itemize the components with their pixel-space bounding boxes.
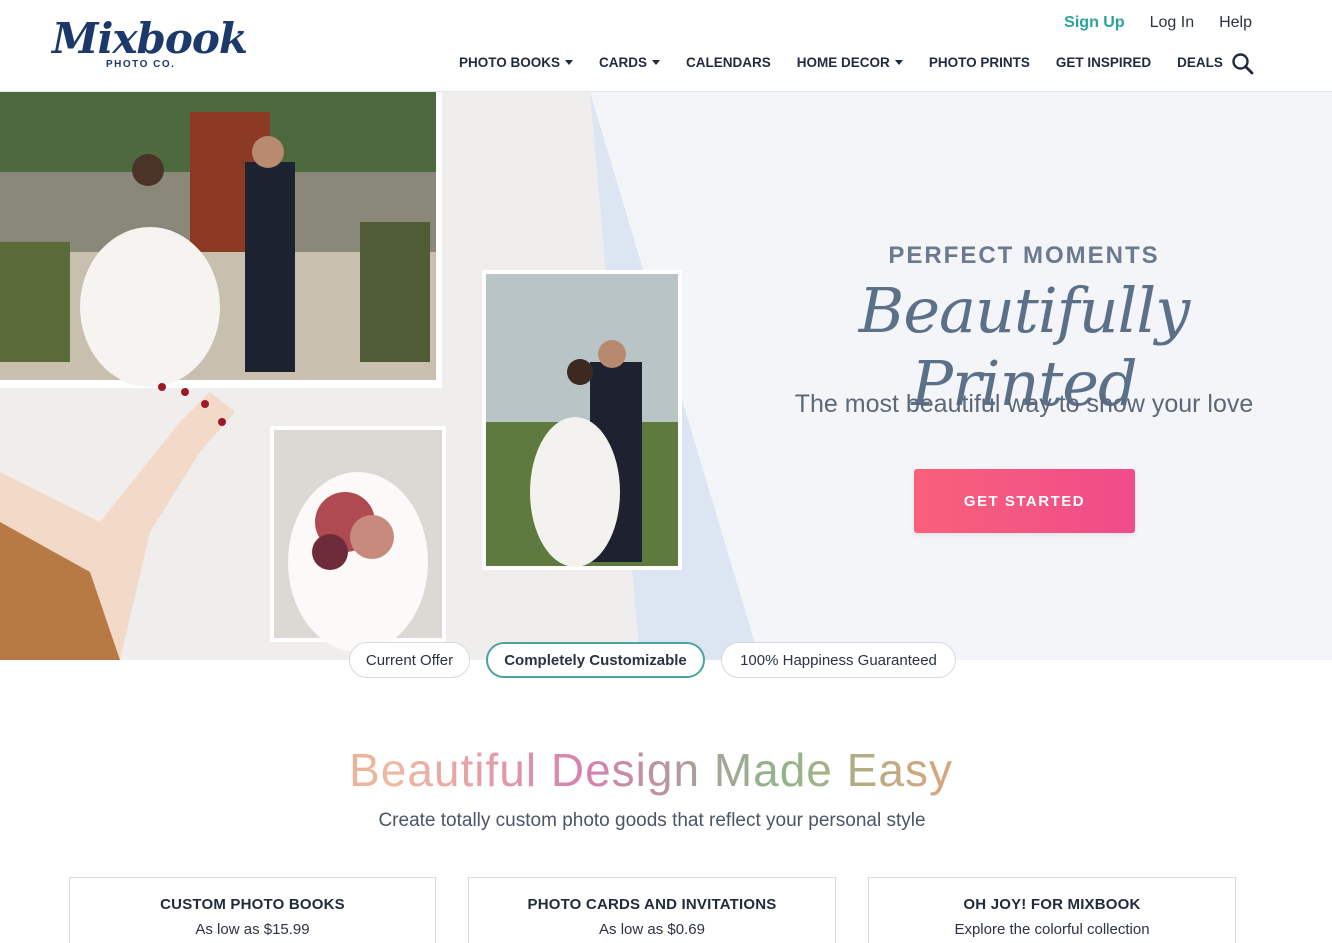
get-started-button[interactable]: GET STARTED: [914, 469, 1135, 533]
section-subtitle: Create totally custom photo goods that r…: [378, 810, 926, 831]
card-oh-joy[interactable]: OH JOY! FOR MIXBOOK Explore the colorful…: [868, 877, 1236, 943]
nav-item-calendars[interactable]: CALENDARS: [686, 55, 771, 70]
login-link[interactable]: Log In: [1150, 14, 1194, 32]
main-nav: PHOTO BOOKS CARDS CALENDARS HOME DECOR P…: [459, 55, 1249, 70]
nav-item-photo-books[interactable]: PHOTO BOOKS: [459, 55, 574, 70]
nav-item-label: GET INSPIRED: [1055, 55, 1152, 70]
hero-subtitle: The most beautiful way to show your love: [794, 390, 1254, 418]
product-cards: CUSTOM PHOTO BOOKS As low as $15.99 PHOT…: [69, 877, 1236, 943]
card-title: OH JOY! FOR MIXBOOK: [963, 896, 1141, 913]
card-subtitle: As low as $15.99: [195, 921, 310, 938]
search-button[interactable]: [1230, 51, 1256, 77]
search-icon: [1232, 53, 1254, 75]
help-link[interactable]: Help: [1219, 14, 1252, 32]
nav-item-label: CALENDARS: [686, 55, 771, 70]
site-header: Mixbook PHOTO CO. Sign Up Log In Help PH…: [0, 0, 1332, 92]
card-photo-cards-invitations[interactable]: PHOTO CARDS AND INVITATIONS As low as $0…: [468, 877, 836, 943]
nav-item-deals[interactable]: DEALS: [1177, 55, 1223, 70]
pill-current-offer[interactable]: Current Offer: [349, 642, 470, 678]
caret-down-icon: [565, 60, 574, 65]
nav-item-label: PHOTO BOOKS: [459, 55, 561, 70]
card-title: PHOTO CARDS AND INVITATIONS: [527, 896, 777, 913]
pill-completely-customizable[interactable]: Completely Customizable: [486, 642, 705, 678]
hero-banner: PERFECT MOMENTS Beautifully Printed The …: [0, 92, 1332, 660]
utility-links: Sign Up Log In Help: [1064, 14, 1252, 32]
nav-item-label: CARDS: [599, 55, 648, 70]
logo-tagline: PHOTO CO.: [106, 59, 176, 70]
card-subtitle: As low as $0.69: [599, 921, 705, 938]
nav-item-photo-prints[interactable]: PHOTO PRINTS: [929, 55, 1030, 70]
nav-item-label: HOME DECOR: [796, 55, 890, 70]
pill-happiness-guaranteed[interactable]: 100% Happiness Guaranteed: [721, 642, 956, 678]
caret-down-icon: [652, 60, 661, 65]
feature-pills: Current Offer Completely Customizable 10…: [0, 642, 1332, 678]
signup-link[interactable]: Sign Up: [1064, 14, 1124, 32]
hero-eyebrow: PERFECT MOMENTS: [888, 242, 1160, 269]
nav-item-label: PHOTO PRINTS: [928, 55, 1030, 70]
nav-item-home-decor[interactable]: HOME DECOR: [797, 55, 903, 70]
logo-wordmark: Mixbook: [52, 14, 248, 63]
caret-down-icon: [894, 60, 903, 65]
hero-wedding-photos-image: [0, 92, 760, 660]
card-custom-photo-books[interactable]: CUSTOM PHOTO BOOKS As low as $15.99: [69, 877, 436, 943]
card-title: CUSTOM PHOTO BOOKS: [160, 896, 345, 913]
mixbook-logo[interactable]: Mixbook PHOTO CO.: [52, 14, 248, 74]
nav-item-cards[interactable]: CARDS: [599, 55, 661, 70]
nav-item-get-inspired[interactable]: GET INSPIRED: [1056, 55, 1151, 70]
section-title: Beautiful Design Made Easy: [0, 743, 1302, 797]
card-subtitle: Explore the colorful collection: [954, 921, 1150, 938]
hero-text-block: PERFECT MOMENTS Beautifully Printed The …: [760, 92, 1290, 660]
nav-item-label: DEALS: [1177, 55, 1223, 70]
